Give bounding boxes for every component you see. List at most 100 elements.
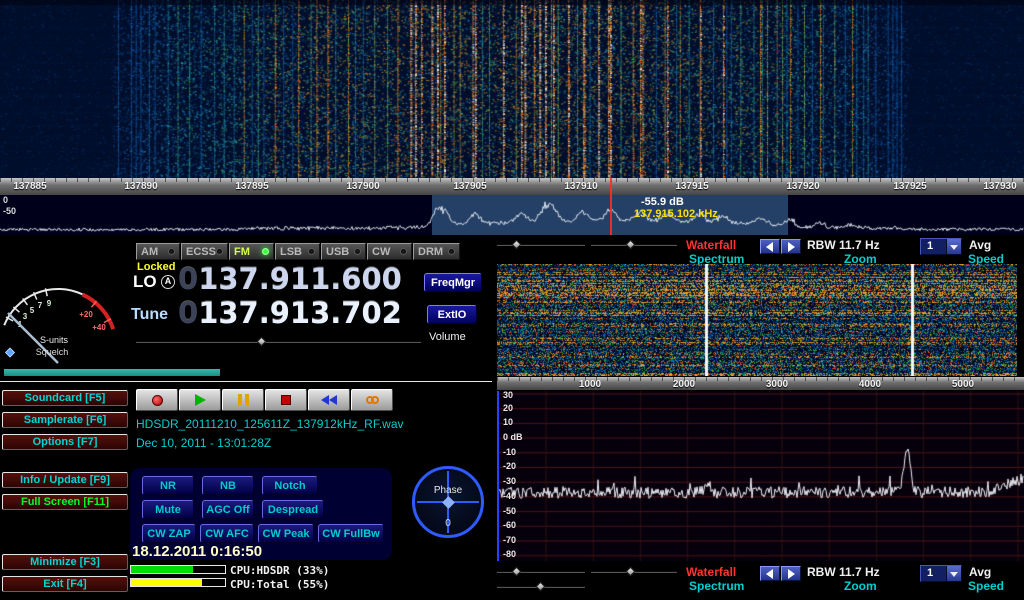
waterfall-tab[interactable]: Waterfall xyxy=(686,565,736,579)
smeter-tick-20: +20 xyxy=(79,310,93,319)
rbw-increase-button[interactable] xyxy=(781,239,801,254)
mode-ecss[interactable]: ECSS xyxy=(181,243,228,260)
rbw-increase-button[interactable] xyxy=(781,566,801,581)
dropdown-arrow-icon[interactable] xyxy=(946,239,961,254)
main-waterfall-display[interactable] xyxy=(0,0,1024,178)
volume-slider-thumb[interactable] xyxy=(257,337,267,347)
waterfall-contrast-slider[interactable] xyxy=(591,240,677,250)
strip-axis-50: -50 xyxy=(3,206,16,216)
agc-off-button[interactable]: AGC Off xyxy=(202,500,254,519)
af-frequency-scale[interactable]: 1000 2000 3000 4000 5000 xyxy=(497,377,1024,390)
pause-icon xyxy=(238,394,242,406)
mode-led-icon xyxy=(262,248,269,255)
nb-button[interactable]: NB xyxy=(202,476,254,495)
waterfall-brightness-slider[interactable] xyxy=(497,567,585,577)
mode-led-icon xyxy=(308,248,315,255)
freq-tick-label: 137910 xyxy=(551,181,611,192)
cw-zap-button[interactable]: CW ZAP xyxy=(142,524,196,543)
loop-button[interactable] xyxy=(351,389,393,411)
dropdown-arrow-icon[interactable] xyxy=(946,566,961,581)
extio-button[interactable]: ExtIO xyxy=(427,305,477,324)
fullscreen-button[interactable]: Full Screen [F11] xyxy=(2,494,128,510)
cw-peak-button[interactable]: CW Peak xyxy=(258,524,314,543)
mode-cw[interactable]: CW xyxy=(367,243,412,260)
lo-label: LO xyxy=(133,272,157,292)
exit-button[interactable]: Exit [F4] xyxy=(2,576,128,592)
spectrum-tab[interactable]: Spectrum xyxy=(689,579,744,593)
db-axis-label: -30 xyxy=(503,476,516,486)
level-meter-green xyxy=(130,565,226,574)
spectrum-gain-slider[interactable] xyxy=(497,582,585,592)
mode-usb[interactable]: USB xyxy=(321,243,366,260)
freqmgr-button[interactable]: FreqMgr xyxy=(424,273,482,292)
lo-frequency-display[interactable]: 0137.911.600 xyxy=(178,262,402,296)
tune-freq-readout: 137.915.102 kHz xyxy=(634,208,718,220)
volume-slider-track[interactable] xyxy=(136,341,421,343)
waterfall-contrast-slider[interactable] xyxy=(591,567,677,577)
loop-icon xyxy=(366,396,379,404)
lo-lead-digit: 0 xyxy=(178,262,198,296)
zoom-label: Zoom xyxy=(844,579,877,593)
avg-select[interactable]: 1 xyxy=(920,238,962,255)
mode-lsb[interactable]: LSB xyxy=(275,243,320,260)
mode-fm[interactable]: FM xyxy=(229,243,274,260)
lo-digits[interactable]: 137.911.600 xyxy=(198,262,402,296)
af-tick-label: 2000 xyxy=(659,379,709,390)
mode-fm-label: FM xyxy=(234,246,250,258)
db-axis-label: -40 xyxy=(503,491,516,501)
db-axis-label: -80 xyxy=(503,549,516,559)
tune-lead-digit: 0 xyxy=(178,296,198,330)
db-axis-label: 0 dB xyxy=(503,432,523,442)
avg-select-value: 1 xyxy=(927,240,933,252)
avg-select[interactable]: 1 xyxy=(920,565,962,582)
display-control-bar-bottom: Waterfall RBW 11.7 Hz 1 Avg Spectrum Zoo… xyxy=(492,563,1024,597)
info-update-button[interactable]: Info / Update [F9] xyxy=(2,472,128,488)
af-tick-label: 1000 xyxy=(565,379,615,390)
despread-button[interactable]: Despread xyxy=(262,500,324,519)
notch-button[interactable]: Notch xyxy=(262,476,318,495)
cw-fullbw-button[interactable]: CW FullBw xyxy=(318,524,384,543)
mode-led-icon xyxy=(354,248,361,255)
samplerate-button[interactable]: Samplerate [F6] xyxy=(2,412,128,428)
waterfall-tab[interactable]: Waterfall xyxy=(686,238,736,252)
tune-frequency-display[interactable]: 0137.913.702 xyxy=(178,296,402,330)
freq-tick-label: 137900 xyxy=(333,181,393,192)
frequency-scale[interactable]: 137885 137890 137895 137900 137905 13791… xyxy=(0,178,1024,195)
phase-marker-icon xyxy=(442,496,455,509)
squelch-slider-thumb[interactable] xyxy=(6,348,15,357)
tune-cursor xyxy=(610,178,612,235)
nr-button[interactable]: NR xyxy=(142,476,194,495)
hdsdr-window: 137885 137890 137895 137900 137905 13791… xyxy=(0,0,1024,600)
mute-button[interactable]: Mute xyxy=(142,500,194,519)
main-spectrum-strip[interactable]: 0 -50 -55.9 dB 137.915.102 kHz xyxy=(0,195,1024,235)
af-spectrum-display[interactable]: 30 20 10 0 dB -10 -20 -30 -40 -50 -60 -7… xyxy=(497,391,1024,561)
rbw-decrease-button[interactable] xyxy=(760,239,780,254)
avg-select-value: 1 xyxy=(927,567,933,579)
mode-led-icon xyxy=(216,248,223,255)
record-button[interactable] xyxy=(136,389,178,411)
divider-line xyxy=(0,381,492,382)
mode-drm[interactable]: DRM xyxy=(413,243,460,260)
options-button[interactable]: Options [F7] xyxy=(2,434,128,450)
af-tick-label: 5000 xyxy=(938,379,988,390)
record-icon xyxy=(152,395,163,406)
rbw-readout: RBW 11.7 Hz xyxy=(807,238,880,252)
rewind-button[interactable] xyxy=(308,389,350,411)
db-axis-label: -70 xyxy=(503,535,516,545)
volume-slider[interactable] xyxy=(136,337,421,347)
wav-filename: HDSDR_20111210_125611Z_137912kHz_RF.wav xyxy=(136,417,404,431)
freq-tick-label: 137885 xyxy=(0,181,60,192)
play-button[interactable] xyxy=(179,389,221,411)
waterfall-brightness-slider[interactable] xyxy=(497,240,585,250)
minimize-button[interactable]: Minimize [F3] xyxy=(2,554,128,570)
af-waterfall-display[interactable] xyxy=(497,264,1017,376)
mode-am[interactable]: AM xyxy=(136,243,180,260)
soundcard-button[interactable]: Soundcard [F5] xyxy=(2,390,128,406)
lock-badge-icon[interactable]: A xyxy=(161,275,175,289)
cw-afc-button[interactable]: CW AFC xyxy=(200,524,254,543)
stop-button[interactable] xyxy=(265,389,307,411)
rbw-decrease-button[interactable] xyxy=(760,566,780,581)
tune-digits[interactable]: 137.913.702 xyxy=(198,296,402,330)
pause-button[interactable] xyxy=(222,389,264,411)
smeter-title: S-units xyxy=(40,335,69,345)
